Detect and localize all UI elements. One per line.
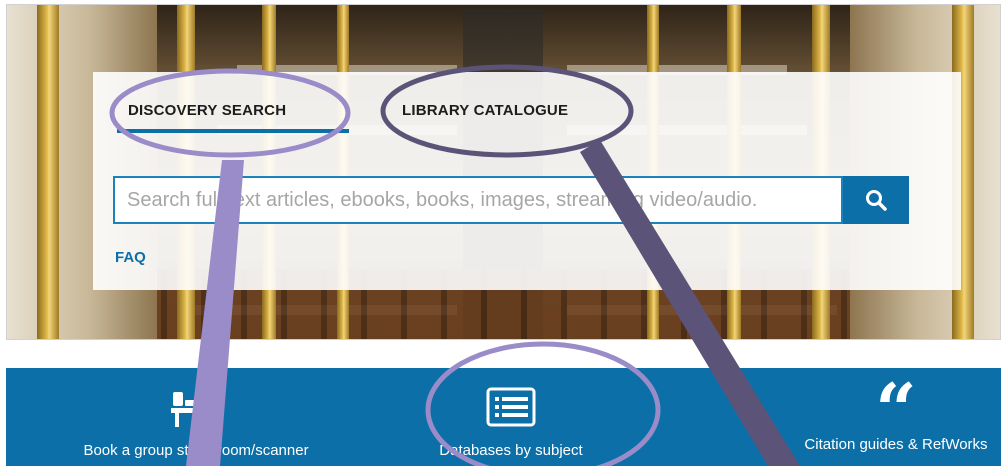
search-bar [113,176,909,224]
faq-link[interactable]: FAQ [115,249,146,266]
search-icon [866,190,887,211]
quicklink-citation-guides[interactable]: “ Citation guides & RefWorks [766,368,1007,466]
database-list-icon [486,387,536,427]
quicklink-label: Citation guides & RefWorks [804,436,988,453]
search-panel: DISCOVERY SEARCH LIBRARY CATALOGUE FAQ [93,72,961,290]
quicklink-group-study-room[interactable]: Book a group study room/scanner [46,368,346,466]
tab-discovery-search[interactable]: DISCOVERY SEARCH [128,102,286,119]
search-input[interactable] [113,176,843,224]
quicklink-label: Book a group study room/scanner [83,442,309,459]
active-tab-indicator [117,129,349,133]
quicklink-label: Databases by subject [439,442,583,459]
search-button[interactable] [843,176,909,224]
quicklinks-bar: Book a group study room/scanner Database… [6,368,1001,466]
group-study-room-icon [171,392,221,427]
hero-column [37,5,59,339]
quicklink-databases-by-subject[interactable]: Databases by subject [391,368,631,466]
tab-library-catalogue[interactable]: LIBRARY CATALOGUE [402,102,568,119]
